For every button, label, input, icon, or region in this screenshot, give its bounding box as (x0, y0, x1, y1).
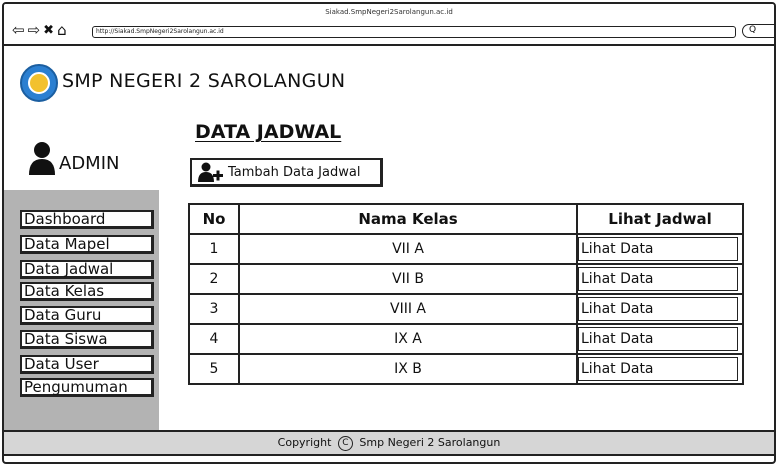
sidebar-item-data-kelas[interactable]: Data Kelas (20, 282, 154, 301)
cell-no: 3 (188, 293, 240, 325)
home-icon[interactable]: ⌂ (57, 23, 67, 38)
footer-copyright-text: Copyright (277, 436, 332, 449)
close-icon[interactable]: ✖ (43, 23, 54, 38)
window-title: Siakad.SmpNegeri2Sarolangun.ac.id (325, 8, 453, 16)
sidebar: Dashboard Data Mapel Data Jadwal Data Ke… (4, 190, 159, 430)
cell-no: 2 (188, 263, 240, 295)
cell-action: Lihat Data (576, 233, 744, 265)
cell-kelas: IX A (238, 323, 578, 355)
cell-action: Lihat Data (576, 293, 744, 325)
sidebar-item-data-jadwal[interactable]: Data Jadwal (20, 260, 154, 279)
cell-kelas: VII A (238, 233, 578, 265)
cell-no: 4 (188, 323, 240, 355)
footer-school-name: Smp Negeri 2 Sarolangun (359, 436, 501, 449)
cell-kelas: VIII A (238, 293, 578, 325)
cell-no: 5 (188, 353, 240, 385)
header-lihat-jadwal: Lihat Jadwal (576, 203, 744, 235)
cell-no: 1 (188, 233, 240, 265)
cell-action: Lihat Data (576, 263, 744, 295)
add-schedule-button[interactable]: Tambah Data Jadwal (190, 158, 383, 187)
copyright-icon: C (337, 435, 353, 451)
view-schedule-button[interactable]: Lihat Data (578, 267, 738, 291)
cell-kelas: VII B (238, 263, 578, 295)
user-icon (29, 142, 55, 175)
schedule-table: No Nama Kelas Lihat Jadwal 1 VII A Lihat… (188, 203, 744, 385)
user-role-label: ADMIN (59, 153, 120, 174)
table-header-row: No Nama Kelas Lihat Jadwal (188, 203, 744, 235)
cell-action: Lihat Data (576, 353, 744, 385)
sidebar-item-data-mapel[interactable]: Data Mapel (20, 235, 154, 254)
sidebar-item-pengumuman[interactable]: Pengumuman (20, 378, 154, 397)
forward-arrow-icon[interactable]: ⇨ (28, 23, 41, 38)
search-field[interactable]: Q (742, 24, 774, 38)
footer: Copyright C Smp Negeri 2 Sarolangun (4, 430, 774, 456)
table-row: 3 VIII A Lihat Data (188, 293, 744, 325)
view-schedule-button[interactable]: Lihat Data (578, 297, 738, 321)
view-schedule-button[interactable]: Lihat Data (578, 327, 738, 351)
browser-window: Siakad.SmpNegeri2Sarolangun.ac.id ⇦ ⇨ ✖ … (2, 2, 776, 464)
sidebar-item-data-user[interactable]: Data User (20, 355, 154, 374)
app-title: SMP NEGERI 2 SAROLANGUN (62, 70, 346, 92)
page-title: DATA JADWAL (195, 121, 342, 143)
school-logo (20, 64, 58, 102)
address-bar[interactable]: http://Siakad.SmpNegeri2Sarolangun.ac.id (92, 26, 736, 38)
sidebar-item-dashboard[interactable]: Dashboard (20, 210, 154, 229)
nav-buttons: ⇦ ⇨ ✖ ⌂ (12, 23, 67, 39)
cell-kelas: IX B (238, 353, 578, 385)
sidebar-item-data-guru[interactable]: Data Guru (20, 306, 154, 325)
view-schedule-button[interactable]: Lihat Data (578, 357, 738, 381)
header-nama-kelas: Nama Kelas (238, 203, 578, 235)
cell-action: Lihat Data (576, 323, 744, 355)
view-schedule-button[interactable]: Lihat Data (578, 237, 738, 261)
sidebar-item-data-siswa[interactable]: Data Siswa (20, 330, 154, 349)
back-arrow-icon[interactable]: ⇦ (12, 23, 25, 38)
table-row: 2 VII B Lihat Data (188, 263, 744, 295)
table-row: 4 IX A Lihat Data (188, 323, 744, 355)
add-user-icon (198, 162, 223, 182)
add-schedule-label: Tambah Data Jadwal (228, 164, 361, 180)
browser-chrome: Siakad.SmpNegeri2Sarolangun.ac.id ⇦ ⇨ ✖ … (4, 4, 774, 46)
table-row: 1 VII A Lihat Data (188, 233, 744, 265)
header-no: No (188, 203, 240, 235)
table-row: 5 IX B Lihat Data (188, 353, 744, 385)
